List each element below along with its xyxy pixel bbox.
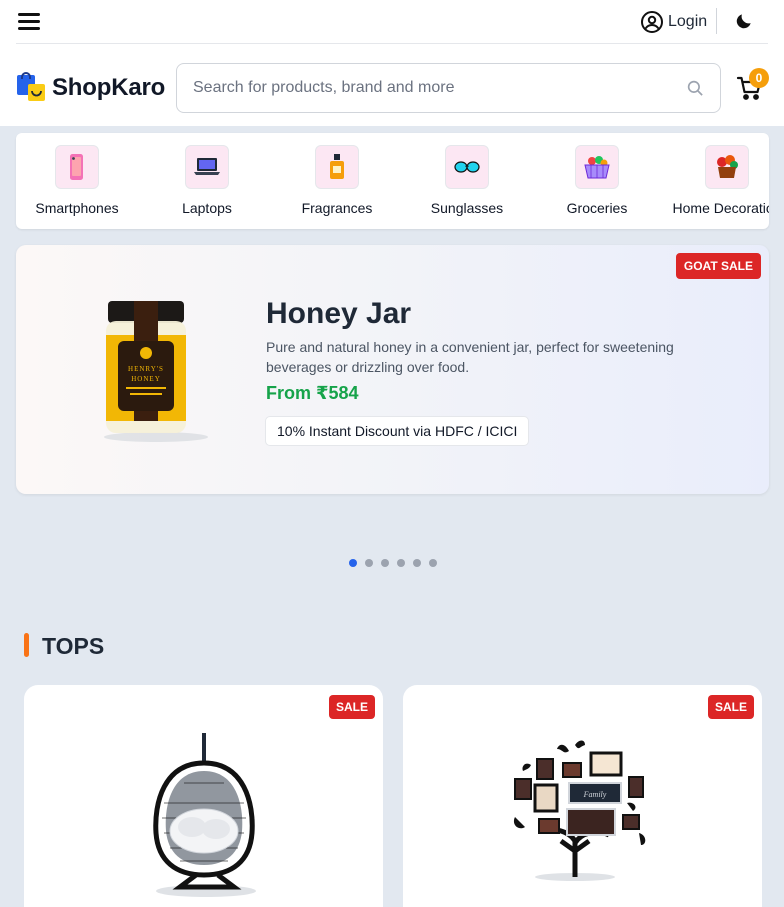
grocery-basket-icon [575, 145, 619, 189]
section-accent-bar [24, 633, 29, 657]
shopping-bag-logo-icon [17, 72, 45, 101]
category-groceries[interactable]: Groceries [536, 145, 666, 225]
category-smartphones[interactable]: Smartphones [16, 145, 146, 225]
category-fragrances[interactable]: Fragrances [276, 145, 406, 225]
category-label: Groceries [566, 200, 628, 216]
bank-offer-chip[interactable]: 10% Instant Discount via HDFC / ICICI [265, 416, 530, 446]
sale-badge: SALE [328, 695, 375, 719]
category-strip: Smartphones Laptops Fragrances Sunglasse… [16, 133, 769, 229]
hero-banner[interactable]: GOAT SALE HENRY'S HONEY Honey Jar Pure a… [16, 245, 769, 494]
moon-icon[interactable] [734, 11, 754, 31]
brand-name: ShopKaro [52, 74, 166, 101]
category-laptops[interactable]: Laptops [146, 145, 276, 225]
logo[interactable]: ShopKaro [16, 72, 165, 104]
family-tree-frame-image: Family [513, 740, 646, 881]
menu-icon[interactable] [18, 11, 42, 31]
category-label: Fragrances [301, 200, 373, 216]
header: Login ShopKaro 0 [0, 0, 784, 126]
honey-jar-image: HENRY'S HONEY [104, 301, 208, 442]
category-sunglasses[interactable]: Sunglasses [406, 145, 536, 225]
sunglasses-icon [445, 145, 489, 189]
search-input[interactable] [177, 64, 677, 112]
cart-count-badge: 0 [749, 68, 769, 88]
carousel-dot[interactable] [365, 559, 373, 567]
hanging-egg-chair-image [153, 733, 256, 897]
search-bar [176, 63, 721, 113]
home-decor-icon [705, 145, 749, 189]
section-title: TOPS [42, 633, 105, 659]
carousel-dot[interactable] [413, 559, 421, 567]
user-circle-icon [641, 11, 663, 33]
svg-text:Family: Family [583, 790, 607, 799]
carousel-dot[interactable] [381, 559, 389, 567]
carousel-dots [349, 559, 437, 567]
honey-label-brand: HENRY'S [128, 365, 164, 373]
carousel-dot[interactable] [397, 559, 405, 567]
sale-badge: GOAT SALE [675, 253, 761, 279]
product-card[interactable]: SALE Family [403, 685, 762, 907]
carousel-dot[interactable] [429, 559, 437, 567]
category-label: Smartphones [35, 200, 119, 216]
smartphone-icon [55, 145, 99, 189]
carousel-dot[interactable] [349, 559, 357, 567]
sale-badge: SALE [707, 695, 754, 719]
search-icon[interactable] [686, 79, 704, 97]
banner-price: From ₹584 [266, 383, 359, 403]
top-bar: Login [16, 0, 768, 44]
product-card[interactable]: SALE [24, 685, 383, 907]
category-home-decoration[interactable]: Home Decoration [666, 145, 769, 225]
category-label: Home Decoration [672, 200, 769, 216]
perfume-icon [315, 145, 359, 189]
honey-label-product: HONEY [131, 375, 161, 383]
divider [716, 8, 717, 34]
category-label: Sunglasses [430, 200, 504, 216]
category-label: Laptops [182, 200, 232, 216]
login-label: Login [668, 13, 708, 30]
login-button[interactable]: Login [640, 9, 707, 35]
banner-description: Pure and natural honey in a convenient j… [266, 339, 674, 375]
banner-title: Honey Jar [266, 297, 412, 330]
laptop-icon [185, 145, 229, 189]
